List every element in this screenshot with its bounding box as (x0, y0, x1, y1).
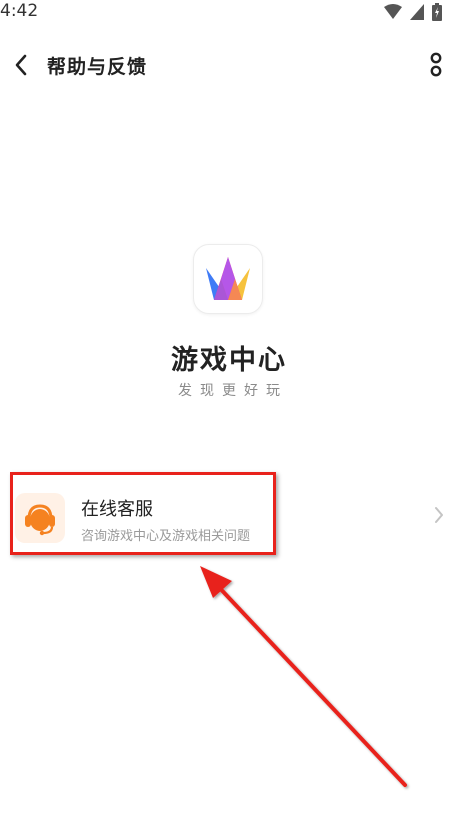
more-button[interactable] (428, 51, 444, 79)
app-logo-icon (206, 257, 250, 300)
annotation-arrow (200, 566, 407, 787)
app-bar: 帮助与反馈 (0, 40, 458, 90)
back-arrow-icon (15, 54, 27, 76)
app-name: 游戏中心 (171, 345, 287, 376)
app-slogan: 发现更好玩 (178, 383, 288, 399)
status-bar: 4:42 (0, 0, 458, 24)
back-button[interactable] (8, 52, 34, 78)
wifi-icon (384, 4, 402, 19)
battery-icon (432, 3, 442, 21)
signal-icon (410, 4, 424, 20)
status-time: 4:42 (0, 1, 39, 21)
more-icon (430, 52, 442, 77)
app-logo (193, 244, 263, 314)
page-title: 帮助与反馈 (47, 56, 148, 78)
status-icons (384, 3, 442, 21)
highlight-box (10, 472, 276, 555)
chevron-right-icon (435, 507, 443, 523)
